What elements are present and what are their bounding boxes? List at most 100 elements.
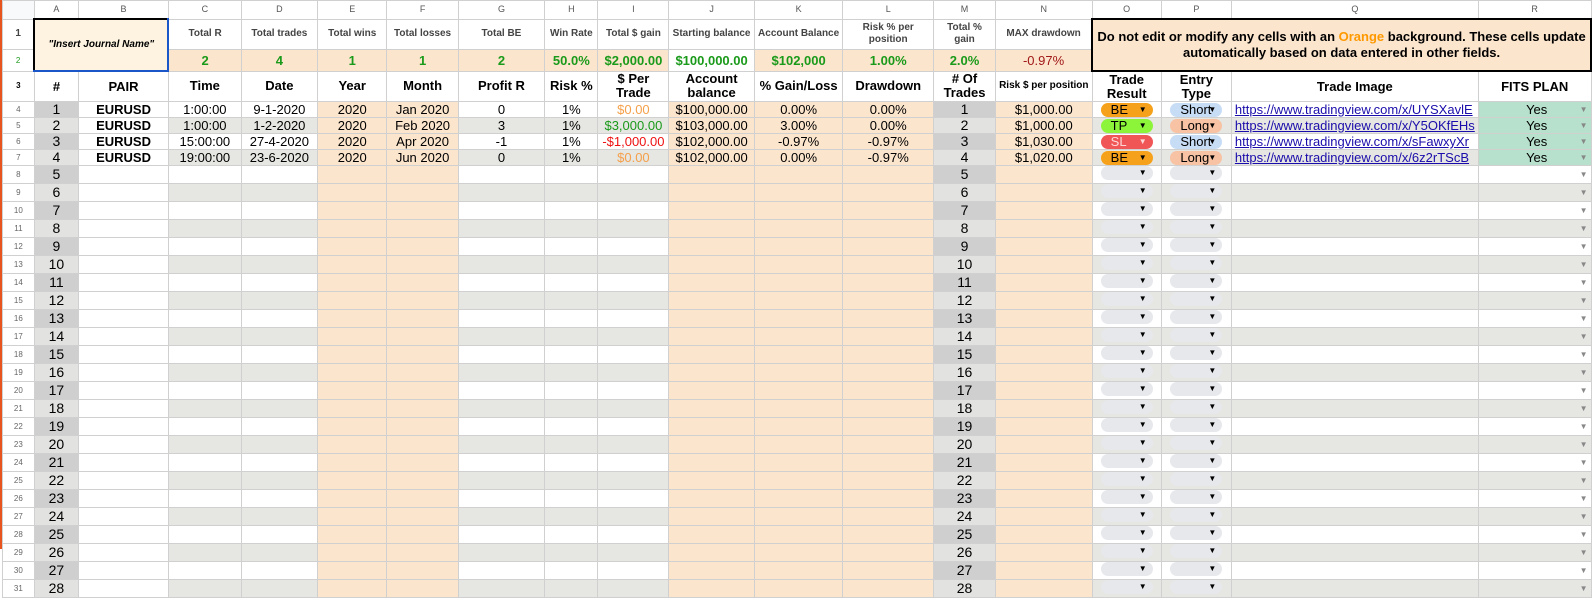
- cell-date[interactable]: [240, 471, 319, 490]
- cell-profit-r[interactable]: [457, 345, 546, 364]
- cell-gain[interactable]: [753, 219, 844, 238]
- cell-time[interactable]: 1:00:00: [167, 117, 242, 134]
- cell-pair[interactable]: [78, 309, 169, 328]
- cell-per-trade[interactable]: [597, 219, 670, 238]
- trade-image-link-cell[interactable]: [1230, 255, 1479, 274]
- trade-entry-dropdown[interactable]: ▼: [1160, 183, 1232, 202]
- cell-month[interactable]: [386, 489, 459, 508]
- cell-profit-r[interactable]: [457, 219, 546, 238]
- cell-gain[interactable]: [753, 399, 844, 418]
- cell-profit-r[interactable]: 0: [457, 149, 546, 166]
- trade-result-dropdown[interactable]: ▼: [1091, 183, 1162, 202]
- cell-year[interactable]: [316, 453, 388, 472]
- trade-image-link-cell[interactable]: [1230, 201, 1479, 220]
- cell-month[interactable]: Jun 2020: [386, 149, 459, 166]
- cell-risk[interactable]: [544, 543, 599, 562]
- cell-balance[interactable]: [668, 219, 755, 238]
- fits-plan-dropdown[interactable]: ▼: [1477, 399, 1592, 418]
- cell-balance[interactable]: [668, 489, 755, 508]
- cell-drawdown[interactable]: [842, 183, 935, 202]
- cell-year[interactable]: [316, 165, 388, 184]
- cell-balance[interactable]: [668, 237, 755, 256]
- cell-balance[interactable]: [668, 399, 755, 418]
- cell-risk[interactable]: [544, 165, 599, 184]
- cell-pair[interactable]: [78, 561, 169, 580]
- cell-pair[interactable]: [78, 435, 169, 454]
- trade-image-link[interactable]: https://www.tradingview.com/x/Y5OKfEHs: [1235, 119, 1475, 133]
- trade-image-link-cell[interactable]: [1230, 381, 1479, 400]
- cell-per-trade[interactable]: [597, 489, 670, 508]
- cell-risk[interactable]: [544, 471, 599, 490]
- cell-time[interactable]: [167, 165, 242, 184]
- cell-risk[interactable]: [544, 381, 599, 400]
- result-chip[interactable]: ▼: [1100, 238, 1153, 252]
- cell-balance[interactable]: [668, 471, 755, 490]
- entry-chip[interactable]: ▼: [1170, 472, 1223, 486]
- cell-per-trade[interactable]: [597, 309, 670, 328]
- trade-image-link-cell[interactable]: [1230, 399, 1479, 418]
- cell-gain[interactable]: [753, 471, 844, 490]
- trade-entry-dropdown[interactable]: ▼: [1160, 525, 1232, 544]
- cell-date[interactable]: [240, 327, 319, 346]
- cell-profit-r[interactable]: [457, 327, 546, 346]
- cell-risk[interactable]: [544, 201, 599, 220]
- cell-time[interactable]: [167, 183, 242, 202]
- cell-per-trade[interactable]: [597, 453, 670, 472]
- cell-year[interactable]: [316, 345, 388, 364]
- cell-drawdown[interactable]: [842, 453, 935, 472]
- trade-entry-dropdown[interactable]: ▼: [1160, 435, 1232, 454]
- fits-plan-dropdown[interactable]: ▼: [1477, 183, 1592, 202]
- trade-entry-dropdown[interactable]: ▼: [1160, 291, 1232, 310]
- cell-month[interactable]: [386, 543, 459, 562]
- cell-gain[interactable]: [753, 273, 844, 292]
- entry-chip[interactable]: ▼: [1170, 346, 1223, 360]
- trade-result-dropdown[interactable]: ▼: [1091, 579, 1162, 598]
- column-header-D[interactable]: D: [240, 0, 319, 20]
- entry-chip[interactable]: ▼: [1170, 274, 1223, 288]
- cell-drawdown[interactable]: -0.97%: [842, 133, 935, 150]
- fits-plan-dropdown[interactable]: ▼: [1477, 417, 1592, 436]
- trade-result-dropdown[interactable]: ▼: [1091, 165, 1162, 184]
- fits-plan-dropdown[interactable]: ▼: [1477, 381, 1592, 400]
- fits-plan-dropdown[interactable]: ▼: [1477, 309, 1592, 328]
- cell-risk[interactable]: [544, 561, 599, 580]
- cell-year[interactable]: [316, 399, 388, 418]
- cell-per-trade[interactable]: [597, 327, 670, 346]
- trade-image-link-cell[interactable]: [1230, 453, 1479, 472]
- cell-pair[interactable]: [78, 183, 169, 202]
- trade-entry-dropdown[interactable]: ▼: [1160, 363, 1232, 382]
- cell-year[interactable]: 2020: [316, 133, 388, 150]
- cell-drawdown[interactable]: [842, 219, 935, 238]
- cell-per-trade[interactable]: [597, 471, 670, 490]
- cell-profit-r[interactable]: [457, 525, 546, 544]
- fits-plan-dropdown[interactable]: ▼: [1477, 219, 1592, 238]
- cell-risk[interactable]: [544, 327, 599, 346]
- cell-date[interactable]: [240, 255, 319, 274]
- cell-balance[interactable]: [668, 507, 755, 526]
- cell-date[interactable]: 27-4-2020: [240, 133, 319, 150]
- result-chip[interactable]: ▼: [1100, 184, 1153, 198]
- trade-entry-dropdown[interactable]: ▼: [1160, 255, 1232, 274]
- result-chip[interactable]: ▼: [1100, 220, 1153, 234]
- trade-result-dropdown[interactable]: ▼: [1091, 453, 1162, 472]
- entry-chip[interactable]: Long ▼: [1170, 119, 1223, 133]
- trade-entry-dropdown[interactable]: ▼: [1160, 561, 1232, 580]
- cell-per-trade[interactable]: [597, 417, 670, 436]
- cell-year[interactable]: [316, 417, 388, 436]
- trade-entry-dropdown[interactable]: Long ▼: [1160, 149, 1232, 166]
- cell-pair[interactable]: [78, 543, 169, 562]
- cell-date[interactable]: [240, 183, 319, 202]
- trade-image-link-cell[interactable]: [1230, 525, 1479, 544]
- cell-drawdown[interactable]: [842, 399, 935, 418]
- fits-plan-dropdown[interactable]: ▼: [1477, 453, 1592, 472]
- trade-image-link-cell[interactable]: [1230, 327, 1479, 346]
- column-header-O[interactable]: O: [1091, 0, 1162, 20]
- cell-profit-r[interactable]: [457, 255, 546, 274]
- cell-year[interactable]: [316, 381, 388, 400]
- cell-year[interactable]: [316, 543, 388, 562]
- trade-image-link[interactable]: https://www.tradingview.com/x/6z2rTScB: [1235, 151, 1469, 165]
- cell-drawdown[interactable]: 0.00%: [842, 117, 935, 134]
- cell-pair[interactable]: [78, 453, 169, 472]
- cell-drawdown[interactable]: [842, 543, 935, 562]
- result-chip[interactable]: ▼: [1100, 544, 1153, 558]
